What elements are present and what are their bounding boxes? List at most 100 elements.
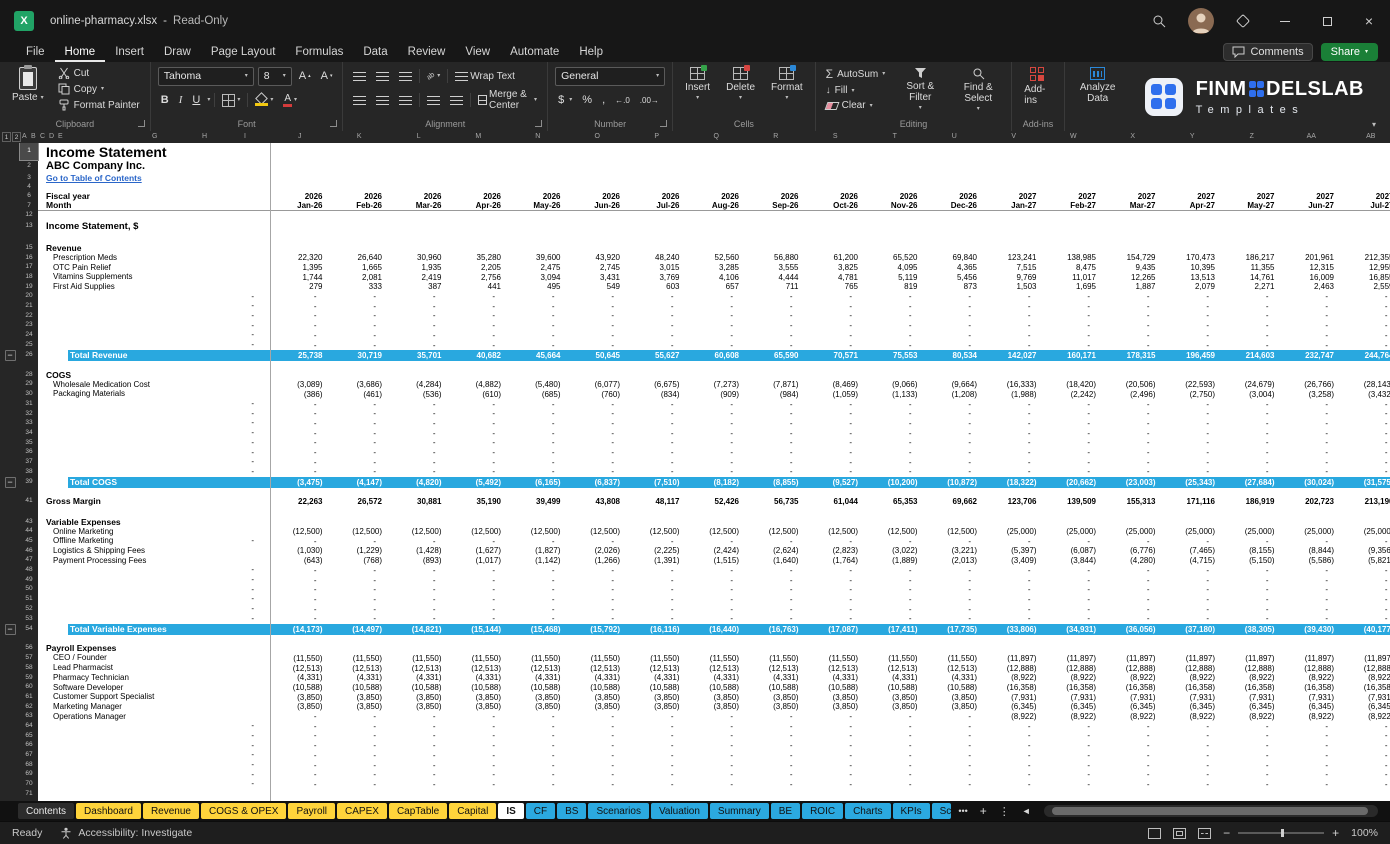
cell[interactable]: -	[806, 419, 866, 428]
cell[interactable]: (2,013)	[925, 556, 985, 565]
row-number[interactable]: 46	[20, 546, 38, 556]
cell[interactable]: -	[925, 761, 985, 770]
cell[interactable]: (3,844)	[1044, 556, 1104, 565]
cell[interactable]: (16,763)	[746, 625, 806, 634]
cell[interactable]: -	[984, 438, 1044, 447]
borders-button[interactable]: ▾	[219, 93, 243, 108]
cell[interactable]: -	[449, 331, 509, 340]
cell[interactable]: -	[925, 614, 985, 623]
cell[interactable]: -	[1103, 780, 1163, 789]
cell[interactable]: -	[1044, 438, 1104, 447]
cell[interactable]: (25,000)	[1044, 527, 1104, 536]
cell[interactable]: (8,922)	[1282, 712, 1342, 721]
cell[interactable]: -	[389, 731, 449, 740]
cell[interactable]: 80,534	[925, 351, 985, 360]
cell[interactable]: -	[270, 438, 330, 447]
cell[interactable]: (12,500)	[925, 527, 985, 536]
cell[interactable]: -	[1044, 537, 1104, 546]
row-number[interactable]: 56	[20, 644, 38, 654]
cell[interactable]: -	[1103, 409, 1163, 418]
cell[interactable]: -	[925, 409, 985, 418]
cell[interactable]: -	[1282, 438, 1342, 447]
cell[interactable]: Mar-27	[1103, 201, 1163, 210]
cell[interactable]: (1,428)	[389, 546, 449, 555]
row-number[interactable]: 65	[20, 731, 38, 741]
cell[interactable]: (12,513)	[330, 664, 390, 673]
cell[interactable]: -	[449, 751, 509, 760]
cell[interactable]: -	[1282, 751, 1342, 760]
cell[interactable]: (1,764)	[806, 556, 866, 565]
cell[interactable]: -	[568, 467, 628, 476]
cell[interactable]: -	[627, 576, 687, 585]
cell[interactable]: -	[984, 751, 1044, 760]
cell[interactable]: -	[806, 400, 866, 409]
cell[interactable]: -	[1282, 448, 1342, 457]
cell[interactable]: 2027	[1103, 192, 1163, 201]
cell[interactable]: -	[1341, 400, 1390, 409]
sheet-tab-be[interactable]: BE	[771, 803, 800, 819]
cell[interactable]: -	[568, 537, 628, 546]
cell[interactable]: -	[1044, 595, 1104, 604]
cell[interactable]: -	[449, 321, 509, 330]
cell[interactable]: (17,411)	[865, 625, 925, 634]
cell[interactable]: -	[1341, 722, 1390, 731]
row-number[interactable]: 63	[20, 712, 38, 722]
cell[interactable]: (12,500)	[508, 527, 568, 536]
cell[interactable]: (3,475)	[270, 478, 330, 487]
cell[interactable]: -	[508, 770, 568, 779]
horizontal-scrollbar-thumb[interactable]	[1052, 807, 1368, 815]
cell[interactable]: 2026	[746, 192, 806, 201]
cell[interactable]: (5,586)	[1282, 556, 1342, 565]
cell[interactable]: 35,190	[449, 497, 509, 506]
cell[interactable]: -	[330, 458, 390, 467]
cell[interactable]: -	[746, 614, 806, 623]
cell[interactable]: -	[1163, 741, 1223, 750]
cell[interactable]: 48,240	[627, 253, 687, 262]
cell[interactable]: -	[984, 302, 1044, 311]
cell[interactable]: -	[389, 741, 449, 750]
cell[interactable]: (893)	[389, 556, 449, 565]
row-number[interactable]: 26	[20, 350, 38, 361]
cell[interactable]: Feb-27	[1044, 201, 1104, 210]
cell[interactable]: 171,116	[1163, 497, 1223, 506]
cell[interactable]: -	[1282, 409, 1342, 418]
close-button[interactable]: ×	[1348, 0, 1390, 42]
cell[interactable]: -	[449, 595, 509, 604]
cell[interactable]: -	[568, 595, 628, 604]
cell[interactable]: (8,922)	[1163, 673, 1223, 682]
cell[interactable]: (36,056)	[1103, 625, 1163, 634]
cell[interactable]: (5,492)	[449, 478, 509, 487]
row-number[interactable]: 7	[20, 201, 38, 211]
cell[interactable]: (10,588)	[687, 683, 747, 692]
cell[interactable]: 22,263	[270, 497, 330, 506]
cell[interactable]: -	[389, 712, 449, 721]
cell[interactable]: 1,744	[270, 273, 330, 282]
cell[interactable]: -	[925, 595, 985, 604]
cell[interactable]: (8,922)	[1044, 712, 1104, 721]
cell[interactable]: -	[508, 467, 568, 476]
cell[interactable]: (11,897)	[1341, 654, 1390, 663]
cell[interactable]: -	[746, 438, 806, 447]
cell[interactable]: -	[1222, 576, 1282, 585]
cell[interactable]: 201,961	[1282, 253, 1342, 262]
cell[interactable]: (4,820)	[389, 478, 449, 487]
cell[interactable]: -	[984, 770, 1044, 779]
cell[interactable]: -	[984, 537, 1044, 546]
cell[interactable]: -	[1163, 409, 1223, 418]
cell[interactable]: (12,888)	[1044, 664, 1104, 673]
cell[interactable]: -	[925, 448, 985, 457]
tab-menu-icon[interactable]: ⋮	[994, 805, 1015, 818]
cell[interactable]: -	[449, 409, 509, 418]
cell[interactable]: (4,331)	[330, 673, 390, 682]
cell[interactable]: -	[925, 419, 985, 428]
cell[interactable]: (1,827)	[508, 546, 568, 555]
cell[interactable]: -	[627, 566, 687, 575]
cell[interactable]: -	[687, 576, 747, 585]
cell[interactable]: (11,897)	[984, 654, 1044, 663]
cell[interactable]: -	[1103, 761, 1163, 770]
cell[interactable]: -	[865, 780, 925, 789]
cell[interactable]: (3,850)	[389, 702, 449, 711]
cell[interactable]: 333	[330, 282, 390, 291]
cell[interactable]: 56,880	[746, 253, 806, 262]
cell[interactable]: -	[389, 467, 449, 476]
